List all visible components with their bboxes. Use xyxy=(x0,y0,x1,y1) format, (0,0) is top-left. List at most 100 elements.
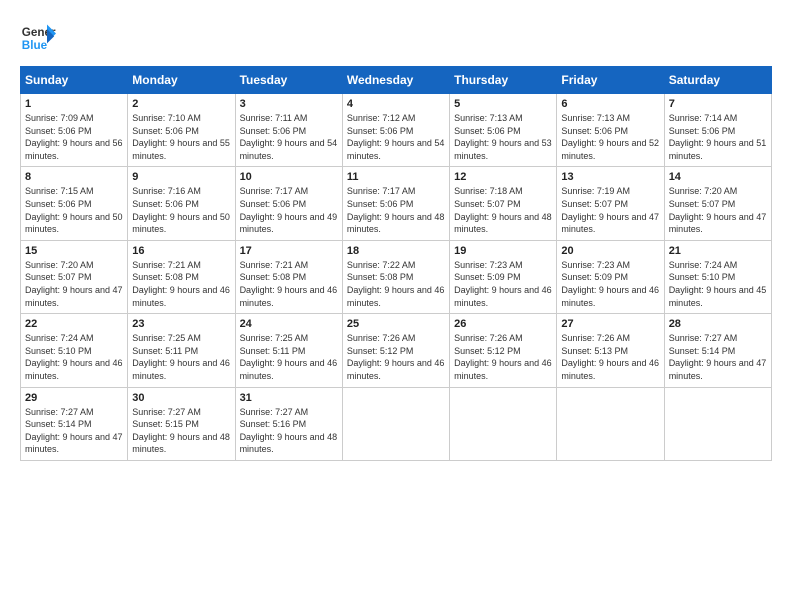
calendar-cell: 22 Sunrise: 7:24 AM Sunset: 5:10 PM Dayl… xyxy=(21,314,128,387)
sunset-label: Sunset: 5:07 PM xyxy=(454,199,521,209)
weekday-header-monday: Monday xyxy=(128,67,235,94)
day-number: 10 xyxy=(240,171,338,183)
calendar-cell: 10 Sunrise: 7:17 AM Sunset: 5:06 PM Dayl… xyxy=(235,167,342,240)
calendar-cell: 2 Sunrise: 7:10 AM Sunset: 5:06 PM Dayli… xyxy=(128,94,235,167)
day-info: Sunrise: 7:24 AM Sunset: 5:10 PM Dayligh… xyxy=(669,259,767,309)
weekday-header-saturday: Saturday xyxy=(664,67,771,94)
day-number: 26 xyxy=(454,318,552,330)
day-number: 9 xyxy=(132,171,230,183)
day-number: 11 xyxy=(347,171,445,183)
day-number: 22 xyxy=(25,318,123,330)
calendar-cell: 1 Sunrise: 7:09 AM Sunset: 5:06 PM Dayli… xyxy=(21,94,128,167)
daylight-label: Daylight: 9 hours and 46 minutes. xyxy=(25,358,123,381)
sunset-label: Sunset: 5:14 PM xyxy=(25,419,92,429)
daylight-label: Daylight: 9 hours and 47 minutes. xyxy=(25,432,123,455)
sunset-label: Sunset: 5:06 PM xyxy=(132,199,199,209)
weekday-header-wednesday: Wednesday xyxy=(342,67,449,94)
daylight-label: Daylight: 9 hours and 51 minutes. xyxy=(669,138,767,161)
calendar-cell xyxy=(557,387,664,460)
day-number: 12 xyxy=(454,171,552,183)
daylight-label: Daylight: 9 hours and 47 minutes. xyxy=(669,212,767,235)
daylight-label: Daylight: 9 hours and 46 minutes. xyxy=(454,358,552,381)
calendar-header-row: SundayMondayTuesdayWednesdayThursdayFrid… xyxy=(21,67,772,94)
day-info: Sunrise: 7:27 AM Sunset: 5:16 PM Dayligh… xyxy=(240,406,338,456)
calendar-cell xyxy=(450,387,557,460)
calendar-cell: 18 Sunrise: 7:22 AM Sunset: 5:08 PM Dayl… xyxy=(342,240,449,313)
sunset-label: Sunset: 5:07 PM xyxy=(25,272,92,282)
daylight-label: Daylight: 9 hours and 47 minutes. xyxy=(561,212,659,235)
daylight-label: Daylight: 9 hours and 52 minutes. xyxy=(561,138,659,161)
day-number: 23 xyxy=(132,318,230,330)
calendar-cell xyxy=(342,387,449,460)
day-info: Sunrise: 7:16 AM Sunset: 5:06 PM Dayligh… xyxy=(132,185,230,235)
sunrise-label: Sunrise: 7:26 AM xyxy=(561,333,630,343)
sunrise-label: Sunrise: 7:26 AM xyxy=(454,333,523,343)
day-number: 3 xyxy=(240,98,338,110)
sunrise-label: Sunrise: 7:25 AM xyxy=(132,333,201,343)
calendar-cell: 31 Sunrise: 7:27 AM Sunset: 5:16 PM Dayl… xyxy=(235,387,342,460)
sunrise-label: Sunrise: 7:17 AM xyxy=(240,186,309,196)
day-info: Sunrise: 7:21 AM Sunset: 5:08 PM Dayligh… xyxy=(132,259,230,309)
day-info: Sunrise: 7:20 AM Sunset: 5:07 PM Dayligh… xyxy=(25,259,123,309)
day-number: 25 xyxy=(347,318,445,330)
sunset-label: Sunset: 5:08 PM xyxy=(132,272,199,282)
sunrise-label: Sunrise: 7:23 AM xyxy=(454,260,523,270)
calendar-cell: 26 Sunrise: 7:26 AM Sunset: 5:12 PM Dayl… xyxy=(450,314,557,387)
sunset-label: Sunset: 5:07 PM xyxy=(669,199,736,209)
sunrise-label: Sunrise: 7:24 AM xyxy=(669,260,738,270)
sunrise-label: Sunrise: 7:18 AM xyxy=(454,186,523,196)
weekday-header-thursday: Thursday xyxy=(450,67,557,94)
sunset-label: Sunset: 5:16 PM xyxy=(240,419,307,429)
day-number: 2 xyxy=(132,98,230,110)
svg-text:Blue: Blue xyxy=(22,39,48,52)
day-number: 14 xyxy=(669,171,767,183)
sunrise-label: Sunrise: 7:20 AM xyxy=(25,260,94,270)
day-info: Sunrise: 7:23 AM Sunset: 5:09 PM Dayligh… xyxy=(454,259,552,309)
day-number: 8 xyxy=(25,171,123,183)
calendar-cell: 17 Sunrise: 7:21 AM Sunset: 5:08 PM Dayl… xyxy=(235,240,342,313)
sunrise-label: Sunrise: 7:23 AM xyxy=(561,260,630,270)
daylight-label: Daylight: 9 hours and 50 minutes. xyxy=(25,212,123,235)
sunset-label: Sunset: 5:07 PM xyxy=(561,199,628,209)
logo-icon: General Blue xyxy=(20,20,56,56)
daylight-label: Daylight: 9 hours and 46 minutes. xyxy=(347,285,445,308)
day-info: Sunrise: 7:11 AM Sunset: 5:06 PM Dayligh… xyxy=(240,112,338,162)
calendar-cell: 27 Sunrise: 7:26 AM Sunset: 5:13 PM Dayl… xyxy=(557,314,664,387)
calendar-cell: 19 Sunrise: 7:23 AM Sunset: 5:09 PM Dayl… xyxy=(450,240,557,313)
day-info: Sunrise: 7:25 AM Sunset: 5:11 PM Dayligh… xyxy=(240,332,338,382)
sunset-label: Sunset: 5:08 PM xyxy=(240,272,307,282)
weekday-header-friday: Friday xyxy=(557,67,664,94)
day-info: Sunrise: 7:26 AM Sunset: 5:12 PM Dayligh… xyxy=(347,332,445,382)
calendar-table: SundayMondayTuesdayWednesdayThursdayFrid… xyxy=(20,66,772,461)
calendar-cell: 11 Sunrise: 7:17 AM Sunset: 5:06 PM Dayl… xyxy=(342,167,449,240)
calendar-cell: 29 Sunrise: 7:27 AM Sunset: 5:14 PM Dayl… xyxy=(21,387,128,460)
sunrise-label: Sunrise: 7:27 AM xyxy=(240,407,309,417)
daylight-label: Daylight: 9 hours and 54 minutes. xyxy=(347,138,445,161)
sunrise-label: Sunrise: 7:19 AM xyxy=(561,186,630,196)
weekday-header-tuesday: Tuesday xyxy=(235,67,342,94)
sunrise-label: Sunrise: 7:10 AM xyxy=(132,113,201,123)
day-number: 31 xyxy=(240,392,338,404)
daylight-label: Daylight: 9 hours and 46 minutes. xyxy=(240,285,338,308)
daylight-label: Daylight: 9 hours and 46 minutes. xyxy=(132,285,230,308)
calendar-cell: 9 Sunrise: 7:16 AM Sunset: 5:06 PM Dayli… xyxy=(128,167,235,240)
calendar-cell: 28 Sunrise: 7:27 AM Sunset: 5:14 PM Dayl… xyxy=(664,314,771,387)
day-info: Sunrise: 7:13 AM Sunset: 5:06 PM Dayligh… xyxy=(561,112,659,162)
day-info: Sunrise: 7:13 AM Sunset: 5:06 PM Dayligh… xyxy=(454,112,552,162)
week-row-2: 8 Sunrise: 7:15 AM Sunset: 5:06 PM Dayli… xyxy=(21,167,772,240)
day-info: Sunrise: 7:27 AM Sunset: 5:15 PM Dayligh… xyxy=(132,406,230,456)
daylight-label: Daylight: 9 hours and 47 minutes. xyxy=(25,285,123,308)
day-info: Sunrise: 7:22 AM Sunset: 5:08 PM Dayligh… xyxy=(347,259,445,309)
day-number: 27 xyxy=(561,318,659,330)
calendar-cell: 25 Sunrise: 7:26 AM Sunset: 5:12 PM Dayl… xyxy=(342,314,449,387)
weekday-header-sunday: Sunday xyxy=(21,67,128,94)
sunrise-label: Sunrise: 7:13 AM xyxy=(561,113,630,123)
sunrise-label: Sunrise: 7:26 AM xyxy=(347,333,416,343)
sunrise-label: Sunrise: 7:27 AM xyxy=(669,333,738,343)
sunrise-label: Sunrise: 7:21 AM xyxy=(240,260,309,270)
day-info: Sunrise: 7:25 AM Sunset: 5:11 PM Dayligh… xyxy=(132,332,230,382)
day-info: Sunrise: 7:23 AM Sunset: 5:09 PM Dayligh… xyxy=(561,259,659,309)
calendar-body: 1 Sunrise: 7:09 AM Sunset: 5:06 PM Dayli… xyxy=(21,94,772,461)
day-number: 5 xyxy=(454,98,552,110)
sunrise-label: Sunrise: 7:24 AM xyxy=(25,333,94,343)
